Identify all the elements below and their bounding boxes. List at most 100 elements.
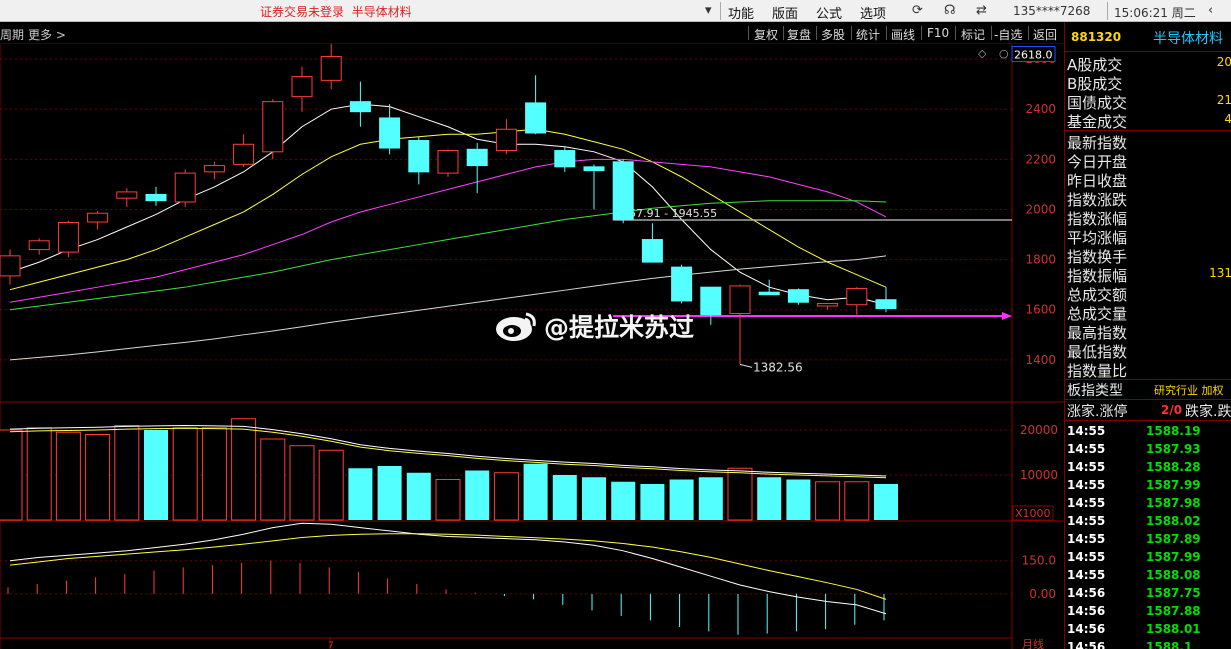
volume-bar [172,427,198,521]
volume-bar [727,467,753,521]
tick-time: 14:55 [1067,460,1106,474]
sector-type-value: 研究行业 加权 [1154,384,1224,397]
candle-body [554,150,576,168]
menu-separator [720,2,721,20]
tick-row: 14:56 1588.1 [1067,639,1231,649]
candle-body [145,193,167,202]
tick-price: 1588.28 [1146,460,1201,474]
toolbar-separator [783,26,784,40]
candle-body [671,266,693,302]
menu-layout[interactable]: 版面 [772,3,798,22]
current-price-label: 2618.0 [1014,49,1053,62]
sync-icon[interactable]: ⟳ [912,3,923,18]
diamond-icon: ◇ [978,47,987,60]
trade-login-notice[interactable]: 证券交易未登录 半导体材料 [260,3,412,20]
index-label: 总成交额 [1067,286,1128,304]
moving-average-line [9,158,887,303]
candle-body [787,289,809,303]
stat-value: 21 [1216,93,1231,107]
index-row: 平均涨幅 [1067,227,1231,247]
index-row: 最低指数 [1067,341,1231,361]
headset-icon[interactable]: ☊ [944,3,956,18]
menu-formula[interactable]: 公式 [816,3,842,22]
price-tick-label: 2400 [1025,102,1056,116]
volume-bar [289,445,315,521]
watermark-text: @提拉米苏过 [544,313,695,342]
tick-price: 1587.98 [1146,496,1201,510]
stat-value: 20 [1216,55,1231,69]
tick-price: 1588.1 [1146,640,1193,649]
volume-bar [26,427,52,521]
volume-bar [611,481,636,520]
volume-tick-label: 10000 [1020,468,1058,482]
candle-body [817,302,839,307]
adjust-button[interactable]: 复权 [754,26,778,43]
toolbar-separator [1028,26,1029,40]
weibo-logo-icon [496,312,536,341]
f10-button[interactable]: F10 [927,26,949,40]
volume-bar [523,463,548,520]
menu-options[interactable]: 选项 [860,3,886,22]
kline-chart[interactable]: 14001600180020002200240026002618.0◇○1000… [0,44,1064,649]
swap-icon[interactable]: ⇄ [976,3,987,18]
index-row: 指数涨幅 [1067,208,1231,228]
tick-row: 14:55 1587.99 [1067,549,1231,567]
candle-body [320,56,342,81]
replay-button[interactable]: 复盘 [787,26,811,43]
index-row: 总成交量 [1067,303,1231,323]
panel-divider [1065,399,1231,400]
tick-price: 1588.19 [1146,424,1201,438]
mark-button[interactable]: 标记 [961,26,985,43]
macd-dif-line [9,522,887,615]
moving-average-line [9,200,887,311]
volume-bar [698,477,723,520]
stat-row: 国债成交 21 [1067,92,1231,112]
toolbar-separator [955,26,956,40]
stat-label: 基金成交 [1067,113,1128,131]
menu-function[interactable]: 功能 [728,3,754,22]
top-menu-bar: 证券交易未登录 半导体材料 ▾ 功能 版面 公式 选项 ⟳ ☊ ⇄ 135***… [0,0,1231,22]
statistics-button[interactable]: 统计 [856,26,880,43]
sector-name[interactable]: 半导体材料 [1153,28,1223,48]
volume-bar [377,466,402,520]
tick-price: 1587.88 [1146,604,1201,618]
volume-bar [435,479,461,521]
more-button[interactable]: 更多 > [28,26,66,43]
candle-body [846,287,868,306]
tick-time: 14:55 [1067,568,1106,582]
volume-bar [260,438,286,521]
candle-body [291,76,313,98]
index-row: 指数换手 [1067,246,1231,266]
toolbar-separator [921,26,922,40]
multi-stock-button[interactable]: 多股 [821,26,845,43]
tick-time: 14:55 [1067,442,1106,456]
panel-header: 881320 半导体材料 [1065,22,1231,52]
period-label: 月线 [1022,637,1044,649]
user-account[interactable]: 135****7268 [1013,4,1090,18]
back-button[interactable]: 返回 [1033,26,1057,43]
quote-panel: 881320 半导体材料 A股成交 20 B股成交 国债成交 21 基金成交 4 最新指数今… [1064,22,1231,649]
draw-line-button[interactable]: 画线 [891,26,915,43]
weibo-watermark: @提拉米苏过 [494,306,744,346]
remove-watchlist-button[interactable]: -自选 [994,26,1022,43]
circle-icon: ○ [999,47,1009,60]
moving-average-line [9,255,887,361]
x-tick-label: 7 [328,641,334,649]
tick-price: 1587.75 [1146,586,1201,600]
menu-dropdown-icon[interactable]: ▾ [705,3,712,18]
tick-row: 14:56 1588.01 [1067,621,1231,639]
price-tick-label: 1600 [1025,303,1056,317]
candle-body [116,191,138,199]
period-label[interactable]: 周期 [0,26,24,43]
collapse-left-icon[interactable]: ‹ [1208,3,1213,18]
chart-toolbar: 周期 更多 > 复权 复盘 多股 统计 画线 F10 标记 -自选 返回 [0,22,1064,44]
tick-time: 14:56 [1067,586,1106,600]
support-arrow-head [1002,312,1012,321]
tick-row: 14:55 1588.19 [1067,423,1231,441]
macd-dea-line [9,533,887,600]
candle-body [641,239,663,263]
tick-row: 14:56 1587.88 [1067,603,1231,621]
volume-bar [493,472,519,521]
candle-body [437,150,459,174]
tick-row: 14:55 1587.93 [1067,441,1231,459]
